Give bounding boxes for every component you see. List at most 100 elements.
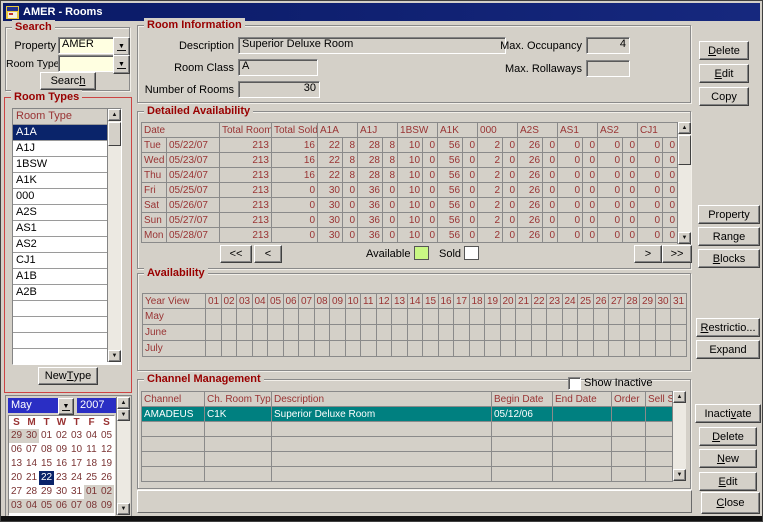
availability-day-cell[interactable] [530,340,547,357]
delete-channel-button[interactable]: Delete [699,427,757,446]
availability-day-cell[interactable] [298,308,315,325]
room-type-row[interactable]: AS1 [13,221,108,237]
room-class-input[interactable]: A [238,59,318,76]
availability-day-cell[interactable] [298,324,315,341]
availability-day-cell[interactable] [298,340,315,357]
availability-day-cell[interactable] [561,308,578,325]
show-inactive-checkbox[interactable] [568,377,581,390]
room-type-row[interactable]: A1B [13,269,108,285]
property-button[interactable]: Property [698,205,760,224]
availability-day-cell[interactable] [236,340,253,357]
availability-day-cell[interactable] [623,308,640,325]
last-page-button[interactable]: >> [662,245,692,263]
room-type-row[interactable]: A2S [13,205,108,221]
availability-day-cell[interactable] [561,324,578,341]
max-rollaways-input[interactable] [586,60,630,77]
channel-row[interactable]: AMADEUS C1K Superior Deluxe Room 05/12/06 [141,406,673,422]
availability-day-cell[interactable] [654,324,671,341]
calendar-day[interactable]: 30 [24,429,39,443]
search-button[interactable]: Searc h [40,72,96,90]
availability-day-cell[interactable] [344,308,361,325]
room-type-row[interactable]: A1K [13,173,108,189]
calendar-day[interactable]: 25 [84,471,99,485]
availability-day-cell[interactable] [422,324,439,341]
availability-day-cell[interactable] [608,324,625,341]
calendar-day[interactable]: 11 [84,443,99,457]
availability-day-cell[interactable] [344,340,361,357]
calendar-scrollbar[interactable]: ▲ ▼ ▼ [116,397,130,515]
room-type-row[interactable]: 1BSW [13,157,108,173]
property-input[interactable]: AMER [58,37,120,54]
calendar-day[interactable]: 20 [9,471,24,485]
calendar-year-select[interactable]: 2007 [77,398,117,413]
calendar-day[interactable]: 01 [84,485,99,499]
calendar-day[interactable]: 17 [69,457,84,471]
calendar-day[interactable]: 09 [54,443,69,457]
calendar-day[interactable]: 18 [84,457,99,471]
room-type-row[interactable]: A1J [13,141,108,157]
up-arrow-icon[interactable]: ▲ [117,397,130,409]
availability-day-cell[interactable] [608,308,625,325]
availability-day-cell[interactable] [670,340,687,357]
availability-day-cell[interactable] [561,340,578,357]
availability-day-cell[interactable] [360,340,377,357]
calendar-day[interactable]: 06 [54,499,69,513]
calendar-day[interactable]: 06 [9,443,24,457]
calendar-day[interactable]: 10 [69,443,84,457]
calendar-day[interactable]: 07 [24,443,39,457]
channel-table-scrollbar[interactable]: ▲ ▼ [672,391,686,481]
calendar-day[interactable]: 21 [24,471,39,485]
calendar-day[interactable]: 15 [39,457,54,471]
availability-day-cell[interactable] [391,324,408,341]
new-channel-button[interactable]: New [699,449,757,468]
availability-day-cell[interactable] [375,340,392,357]
availability-day-cell[interactable] [499,340,516,357]
calendar-day[interactable]: 16 [54,457,69,471]
availability-day-cell[interactable] [577,324,594,341]
availability-day-cell[interactable] [205,324,222,341]
availability-day-cell[interactable] [236,308,253,325]
calendar-day[interactable]: 23 [54,471,69,485]
scrollbar-thumb[interactable] [678,135,691,165]
calendar-month-select[interactable]: May [8,398,61,413]
calendar-day[interactable]: 09 [99,499,114,513]
availability-day-cell[interactable] [422,308,439,325]
availability-day-cell[interactable] [391,340,408,357]
calendar-day[interactable]: 02 [54,429,69,443]
availability-row[interactable]: Tue 05/22/07 213 16 22 8 28 8 10 0 56 0 2 0 26 0 0 0 0 0 0 0 [141,137,679,153]
calendar-day[interactable]: 19 [99,457,114,471]
calendar-day[interactable]: 29 [39,485,54,499]
availability-day-cell[interactable] [251,324,268,341]
availability-day-cell[interactable] [360,324,377,341]
title-bar[interactable]: AMER - Rooms [3,3,760,21]
down-arrow-icon[interactable]: ▼ [108,350,121,362]
availability-day-cell[interactable] [205,308,222,325]
room-type-row[interactable]: CJ1 [13,253,108,269]
availability-day-cell[interactable] [236,324,253,341]
availability-row[interactable]: Mon 05/28/07 213 0 30 0 36 0 10 0 56 0 2 0 26 0 0 0 0 0 0 0 [141,227,679,243]
availability-day-cell[interactable] [654,340,671,357]
availability-day-cell[interactable] [375,324,392,341]
availability-day-cell[interactable] [313,324,330,341]
availability-day-cell[interactable] [375,308,392,325]
close-button[interactable]: Close [701,492,760,514]
availability-day-cell[interactable] [406,324,423,341]
availability-day-cell[interactable] [267,308,284,325]
availability-day-cell[interactable] [515,324,532,341]
availability-day-cell[interactable] [530,308,547,325]
availability-row[interactable]: Wed 05/23/07 213 16 22 8 28 8 10 0 56 0 2 0 26 0 0 0 0 0 0 0 [141,152,679,168]
availability-day-cell[interactable] [453,308,470,325]
availability-day-cell[interactable] [267,324,284,341]
availability-day-cell[interactable] [592,340,609,357]
calendar-day[interactable]: 04 [24,499,39,513]
availability-day-cell[interactable] [422,340,439,357]
availability-day-cell[interactable] [251,308,268,325]
calendar-day[interactable]: 14 [24,457,39,471]
copy-room-button[interactable]: Copy [699,87,749,106]
calendar-day[interactable]: 07 [69,499,84,513]
availability-day-cell[interactable] [468,324,485,341]
availability-day-cell[interactable] [205,340,222,357]
calendar-day[interactable]: 02 [99,485,114,499]
availability-day-cell[interactable] [592,324,609,341]
availability-row[interactable]: Sun 05/27/07 213 0 30 0 36 0 10 0 56 0 2 0 26 0 0 0 0 0 0 0 [141,212,679,228]
